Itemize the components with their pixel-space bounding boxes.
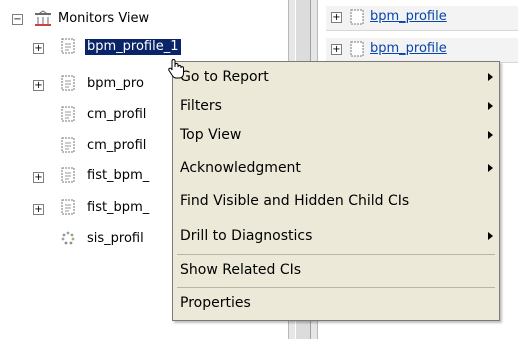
expand-toggle[interactable]: + <box>33 43 44 54</box>
profile-icon <box>61 38 75 54</box>
monitors-view-icon <box>35 10 51 26</box>
expand-toggle[interactable]: + <box>33 172 44 183</box>
expand-toggle[interactable]: + <box>33 80 44 91</box>
tree-item-label[interactable]: bpm_profile_1 <box>85 39 181 55</box>
menu-item-top-view[interactable]: Top View <box>173 122 499 149</box>
tree-item-label[interactable]: fist_bpm_ <box>87 200 149 216</box>
menu-separator <box>177 287 495 288</box>
context-menu: Go to Report Filters Top View Acknowledg… <box>172 61 500 321</box>
submenu-arrow-icon <box>488 102 493 110</box>
menu-item-label: Show Related CIs <box>180 262 302 278</box>
menu-item-label: Find Visible and Hidden Child CIs <box>180 193 410 209</box>
submenu-arrow-icon <box>488 131 493 139</box>
tree-item-label[interactable]: cm_profil <box>87 107 146 123</box>
profile-icon <box>350 9 364 25</box>
submenu-arrow-icon <box>488 73 493 81</box>
profile-icon <box>61 199 75 215</box>
profile-icon <box>61 167 75 183</box>
tree-item-label[interactable]: bpm_pro <box>87 76 144 92</box>
expand-toggle[interactable]: + <box>33 204 44 215</box>
menu-item-label: Acknowledgment <box>180 160 301 176</box>
menu-item-label: Drill to Diagnostics <box>180 228 313 244</box>
menu-item-label: Filters <box>180 98 222 114</box>
submenu-arrow-icon <box>488 232 493 240</box>
profile-icon <box>61 106 75 122</box>
expand-toggle[interactable]: + <box>331 44 342 55</box>
profile-icon <box>61 75 75 91</box>
profile-link[interactable]: bpm_profile <box>370 9 447 24</box>
profile-link[interactable]: bpm_profile <box>370 41 447 56</box>
tree-item-label[interactable]: fist_bpm_ <box>87 168 149 184</box>
loading-spinner-icon <box>61 231 75 245</box>
hand-cursor-icon <box>168 58 184 79</box>
tree-root-label[interactable]: Monitors View <box>58 11 149 27</box>
profile-icon <box>350 41 364 57</box>
menu-item-filters[interactable]: Filters <box>173 93 499 120</box>
menu-item-acknowledgment[interactable]: Acknowledgment <box>173 155 499 182</box>
expand-toggle[interactable]: + <box>331 12 342 23</box>
menu-item-drill-to-diagnostics[interactable]: Drill to Diagnostics <box>173 223 499 250</box>
menu-separator <box>177 254 495 255</box>
root-collapse-toggle[interactable]: − <box>12 14 23 25</box>
submenu-arrow-icon <box>488 164 493 172</box>
right-pane-row[interactable]: + bpm_profile <box>326 38 518 63</box>
menu-item-label: Go to Report <box>180 69 269 85</box>
menu-item-label: Properties <box>180 295 251 311</box>
menu-item-find-child-cis[interactable]: Find Visible and Hidden Child CIs <box>173 188 499 215</box>
tree-item-label[interactable]: cm_profil <box>87 138 146 154</box>
profile-icon <box>61 137 75 153</box>
menu-item-properties[interactable]: Properties <box>173 290 499 317</box>
menu-item-go-to-report[interactable]: Go to Report <box>173 64 499 91</box>
menu-item-label: Top View <box>180 127 242 143</box>
menu-item-show-related-cis[interactable]: Show Related CIs <box>173 257 499 284</box>
tree-item-label[interactable]: sis_profil <box>87 231 144 247</box>
right-pane-row[interactable]: + bpm_profile <box>326 6 518 31</box>
